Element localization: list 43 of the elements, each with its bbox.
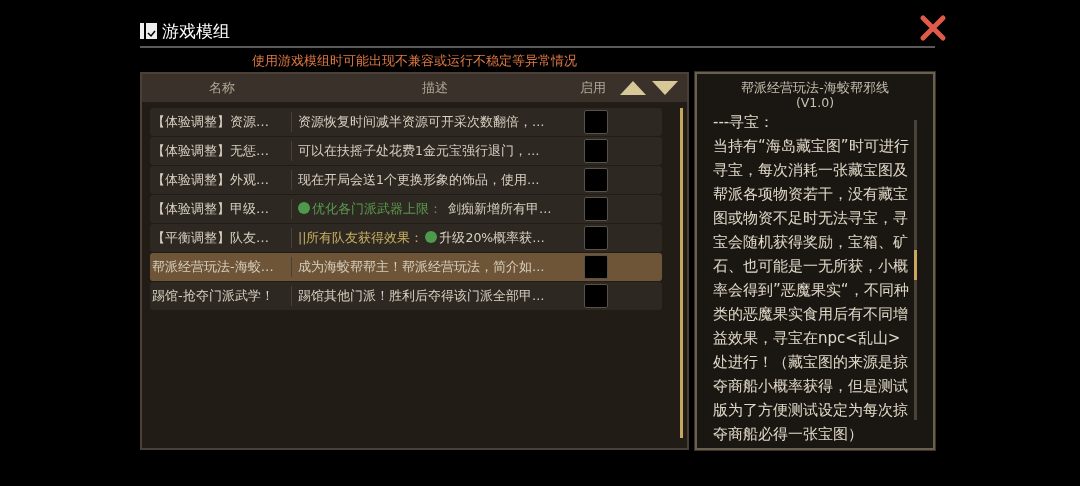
sort-up-button[interactable] [620,81,646,95]
mod-name: 【体验调整】无惩… [150,141,292,161]
mod-name: 【体验调整】甲级… [150,199,292,219]
enable-checkbox[interactable] [584,110,608,134]
column-header: 描述 [421,79,449,98]
mod-row[interactable]: 【平衡调整】队友… ||所有队友获得效果： 升级20%概率获… [150,224,662,252]
description-text: 剑痴新增所有甲… [448,200,552,216]
enable-checkbox[interactable] [584,168,608,192]
enable-checkbox[interactable] [584,226,608,250]
description-text: 成为海蛟帮帮主！帮派经营玩法，简介如… [298,258,545,274]
highlight-text: ||所有队友获得效果： [298,229,424,245]
enable-checkbox[interactable] [584,139,608,163]
mod-row[interactable]: 【体验调整】资源… 资源恢复时间减半资源可开采次数翻倍，… [150,108,662,136]
mod-row[interactable]: 【体验调整】外观… 现在开局会送1个更换形象的饰品，使用… [150,166,662,194]
mod-name: 帮派经营玩法-海蛟… [150,257,292,277]
mod-row[interactable]: 踢馆-抢夺门派武学！ 踢馆其他门派！胜利后夺得该门派全部甲… [150,282,662,310]
sort-down-button[interactable] [652,81,678,95]
column-header: 名称 [208,79,236,98]
mod-row[interactable]: 【体验调整】甲级… 优化各门派武器上限： 剑痴新增所有甲… [150,195,662,223]
description-text: 可以在扶摇子处花费1金元宝强行退门，… [298,142,540,158]
description-text: 升级20%概率获… [439,229,545,245]
description-text: 现在开局会送1个更换形象的饰品，使用… [298,171,540,187]
document-icon [140,22,158,41]
window-title: 游戏模组 [162,19,230,43]
description-text: 资源恢复时间减半资源可开采次数翻倍，… [298,113,545,129]
enable-checkbox[interactable] [584,284,608,308]
mod-name: 【体验调整】外观… [150,170,292,190]
close-button[interactable] [919,14,947,42]
highlight-text: 优化各门派武器上限： [312,200,442,216]
detail-text: ---寻宝： [713,112,776,133]
detail-version: (V1.0) [794,95,836,110]
mod-name: 【体验调整】资源… [150,112,292,132]
description-text: 踢馆其他门派！胜利后夺得该门派全部甲… [298,287,545,303]
column-header: 启用 [579,79,607,98]
warning-text: 使用游戏模组时可能出现不兼容或运行不稳定等异常情况 [251,52,578,70]
mod-name: 【平衡调整】队友… [150,228,292,248]
enable-checkbox[interactable] [584,197,608,221]
mod-name: 踢馆-抢夺门派武学！ [150,286,292,306]
enable-checkbox[interactable] [584,255,608,279]
mod-row[interactable]: 【体验调整】无惩… 可以在扶摇子处花费1金元宝强行退门，… [150,137,662,165]
detail-text: 当持有“海岛藏宝图”时可进行寻宝，每次消耗一张藏宝图及帮派各项物资若干，没有藏宝图或物资不足时无法寻宝，寻宝会随机获得奖励，宝箱、矿石、也可能是一无所获，小概率会得到”恶魔果实“，不同种类的恶魔果实食用后有不同增益效果，寻宝在npc<乱山>处进行！（藏宝图的来源是掠夺商船小概率获得，但是测试版为了方便测试设定为每次掠夺商船必得一张宝图） [713,136,910,445]
mod-row[interactable]: 帮派经营玩法-海蛟… 成为海蛟帮帮主！帮派经营玩法，简介如… [150,253,662,281]
detail-title: 帮派经营玩法-海蛟帮邪线 [740,80,890,95]
